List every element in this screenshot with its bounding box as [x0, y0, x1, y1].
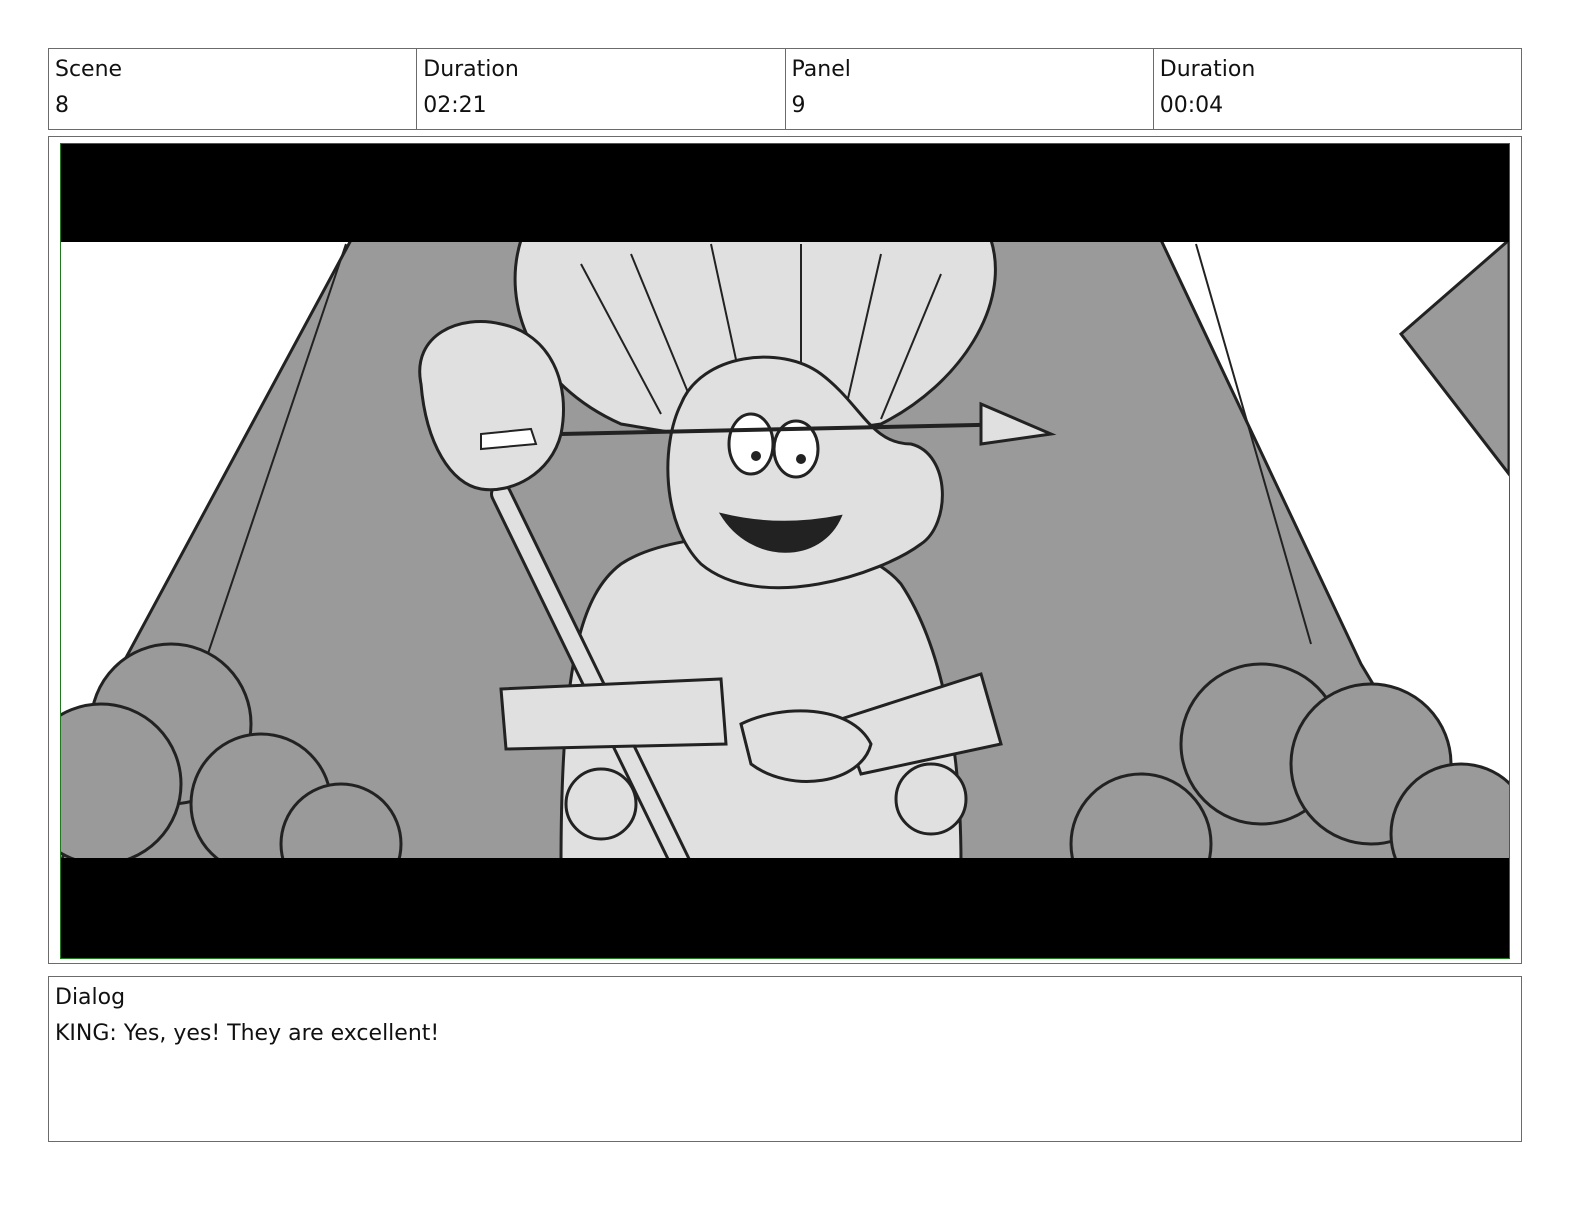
- panel-value: 9: [791, 93, 806, 118]
- king-knee-right: [894, 762, 968, 836]
- panel-label: Panel: [791, 57, 851, 82]
- scene-cell: Scene 8: [49, 49, 418, 129]
- storyboard-header: Scene 8 Duration 02:21 Panel 9 Duration …: [48, 48, 1522, 130]
- scene-value: 8: [55, 93, 69, 118]
- king-eye-left: [727, 412, 775, 476]
- king-arm-left: [499, 677, 728, 751]
- letterbox-top: [61, 144, 1509, 242]
- panel-duration-label: Duration: [1159, 57, 1256, 82]
- storyboard-drawing: [61, 144, 1509, 958]
- panel-duration-cell: Duration 00:04: [1154, 49, 1521, 129]
- scene-duration-label: Duration: [423, 57, 519, 82]
- panel-cell: Panel 9: [786, 49, 1154, 129]
- panel-frame: [60, 143, 1510, 959]
- dialog-label: Dialog: [55, 985, 126, 1010]
- scene-duration-cell: Duration 02:21: [417, 49, 786, 129]
- scene-label: Scene: [55, 57, 123, 82]
- storyboard-panel: [48, 136, 1522, 964]
- letterbox-bottom: [61, 858, 1509, 958]
- king-knee-left: [564, 767, 638, 841]
- dialog-text: KING: Yes, yes! They are excellent!: [55, 1021, 440, 1046]
- panel-duration-value: 00:04: [1159, 93, 1224, 118]
- dialog-box: Dialog KING: Yes, yes! They are excellen…: [48, 976, 1522, 1142]
- scene-duration-value: 02:21: [423, 93, 487, 118]
- tent-flap: [1398, 238, 1509, 477]
